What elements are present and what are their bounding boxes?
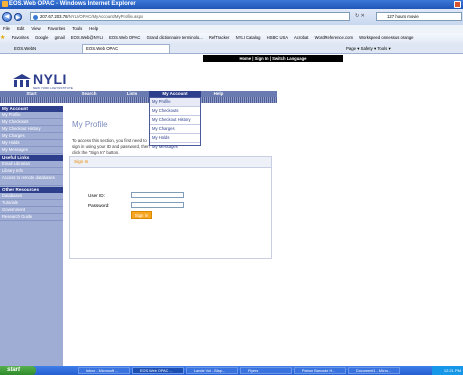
task-document1[interactable]: Document1 - Micro... xyxy=(348,367,400,374)
instructions-text: To access this section, you first need t… xyxy=(72,138,150,155)
switch-language-link[interactable]: Switch Language xyxy=(272,56,306,61)
menu-help[interactable]: Help xyxy=(89,26,98,31)
close-window-icon[interactable] xyxy=(454,1,461,8)
home-link[interactable]: Home xyxy=(239,56,251,61)
taskbar: start Inbox - Microsoft ... EOS.Web OPAC… xyxy=(0,366,463,375)
fav-google[interactable]: Google xyxy=(35,35,49,40)
sidebar-item-my-checkouts[interactable]: My Checkouts xyxy=(0,119,63,126)
sidebar-item-government[interactable]: Government xyxy=(0,207,63,214)
sidebar-item-databases[interactable]: Databases xyxy=(0,193,63,200)
fav-reftracker[interactable]: RefTracker xyxy=(209,35,230,40)
fav-grand-dictionnaire[interactable]: Grand dictionnaire terminolo... xyxy=(147,35,203,40)
top-links: Home | Sign In | Switch Language xyxy=(203,55,343,62)
star-icon: ★ xyxy=(0,35,6,41)
dropdown-my-holds[interactable]: My Holds xyxy=(150,134,200,143)
sidebar-item-email-librarian[interactable]: Email Librarian xyxy=(0,161,63,168)
sign-in-panel: Sign In User ID: Password: Sign In xyxy=(69,156,272,259)
dropdown-checkout-history[interactable]: My Checkout History xyxy=(150,116,200,125)
main-nav: Start Search Lists My Account Help xyxy=(0,91,277,103)
back-button[interactable]: ◀ xyxy=(2,12,12,22)
building-icon xyxy=(13,74,31,87)
sign-in-link[interactable]: Sign In xyxy=(255,56,269,61)
tab-eosweb-n[interactable]: EOS.WebN xyxy=(14,44,49,53)
web-page: Home | Sign In | Switch Language NYLI NE… xyxy=(0,54,463,366)
sidebar-item-checkout-history[interactable]: My Checkout History xyxy=(0,126,63,133)
sidebar-item-my-messages[interactable]: My Messages xyxy=(0,147,63,154)
menu-favorites[interactable]: Favorites xyxy=(48,26,66,31)
fav-hsbc[interactable]: HSBC USA xyxy=(267,35,288,40)
window-title-bar: EOS.Web OPAC - Windows Internet Explorer xyxy=(0,0,463,9)
user-id-input[interactable] xyxy=(131,192,184,198)
system-clock: 12:21 PM xyxy=(432,366,463,375)
page-title: My Profile xyxy=(72,120,108,129)
sidebar-item-research-guide[interactable]: Research Guide xyxy=(0,214,63,221)
page-icon xyxy=(33,15,38,20)
fav-acrobat[interactable]: Acrobat xyxy=(294,35,308,40)
fav-eosweb-opac[interactable]: EOS.Web OPAC xyxy=(109,35,140,40)
dropdown-my-messages[interactable]: My Messages xyxy=(150,143,200,151)
fav-workspeed[interactable]: Workspeed onnessus orange xyxy=(359,35,413,40)
nav-stripes xyxy=(0,97,277,103)
task-eosweb-opac[interactable]: EOS.Web OPAC ... xyxy=(132,367,184,374)
fav-eosweb-nyli[interactable]: EOS.Web@NYLI xyxy=(71,35,103,40)
sidebar-item-remote-databases[interactable]: Access to remote databases xyxy=(0,175,63,186)
sidebar: My Account My Profile My Checkouts My Ch… xyxy=(0,106,63,366)
tab-eosweb-opac[interactable]: EOS.Web OPAC xyxy=(82,44,170,53)
sidebar-item-tutorials[interactable]: Tutorials xyxy=(0,200,63,207)
search-input[interactable]: 127 hours movie xyxy=(376,12,462,21)
logo-tagline: NEW YORK LAW INSTITUTE xyxy=(33,86,73,90)
logo-text: NYLI xyxy=(33,71,67,87)
sidebar-item-my-holds[interactable]: My Holds xyxy=(0,140,63,147)
ie-icon xyxy=(2,1,8,7)
search-text: 127 hours movie xyxy=(387,14,419,19)
fav-favorites[interactable]: Favorites xyxy=(12,35,29,40)
menu-view[interactable]: View xyxy=(31,26,40,31)
task-inbox[interactable]: Inbox - Microsoft ... xyxy=(78,367,130,374)
dropdown-my-checkouts[interactable]: My Checkouts xyxy=(150,107,200,116)
fav-wordreference[interactable]: WordReference.com xyxy=(315,35,353,40)
forward-button[interactable]: ▶ xyxy=(14,13,22,21)
sidebar-item-my-charges[interactable]: My Charges xyxy=(0,133,63,140)
address-host: 207.67.203.78 xyxy=(40,14,68,19)
sidebar-item-my-profile[interactable]: My Profile xyxy=(0,112,63,119)
task-flyers[interactable]: Flyers xyxy=(240,367,292,374)
password-input[interactable] xyxy=(131,202,184,208)
sign-in-button[interactable]: Sign In xyxy=(131,211,152,219)
menu-edit[interactable]: Edit xyxy=(17,26,24,31)
command-bar[interactable]: Page ▾ Safety ▾ Tools ▾ xyxy=(346,44,391,53)
menu-file[interactable]: File xyxy=(3,26,10,31)
sign-in-header: Sign In xyxy=(70,157,271,168)
address-path: /NYLI/OPAC/MyAccount/MyProfile.aspx xyxy=(67,14,144,19)
my-account-dropdown: My Profile My Checkouts My Checkout Hist… xyxy=(149,97,201,149)
task-patron-barcode[interactable]: Patron Barcode H... xyxy=(294,367,346,374)
menu-bar: File Edit View Favorites Tools Help xyxy=(0,25,463,33)
address-row: ◀ ▶ 207.67.203.78/NYLI/OPAC/MyAccount/My… xyxy=(0,9,463,25)
refresh-stop-icons[interactable]: ↻ ✕ xyxy=(355,13,365,19)
user-id-label: User ID: xyxy=(88,193,105,198)
dropdown-my-profile[interactable]: My Profile xyxy=(150,98,200,107)
tab-bar: EOS.WebN EOS.Web OPAC Page ▾ Safety ▾ To… xyxy=(0,43,463,54)
start-button[interactable]: start xyxy=(0,366,36,375)
task-lande-vol[interactable]: Lande Vol - Blap... xyxy=(186,367,238,374)
fav-gmail[interactable]: gmail xyxy=(55,35,65,40)
fav-nyli-catalog[interactable]: NYLI Catalog xyxy=(236,35,261,40)
sidebar-item-library-info[interactable]: Library Info xyxy=(0,168,63,175)
menu-tools[interactable]: Tools xyxy=(72,26,82,31)
window-title: EOS.Web OPAC - Windows Internet Explorer xyxy=(9,1,136,7)
dropdown-my-charges[interactable]: My Charges xyxy=(150,125,200,134)
favorites-bar: ★ Favorites Google gmail EOS.Web@NYLI EO… xyxy=(0,33,463,43)
address-bar[interactable]: 207.67.203.78/NYLI/OPAC/MyAccount/MyProf… xyxy=(30,12,350,21)
password-label: Password: xyxy=(88,203,110,208)
